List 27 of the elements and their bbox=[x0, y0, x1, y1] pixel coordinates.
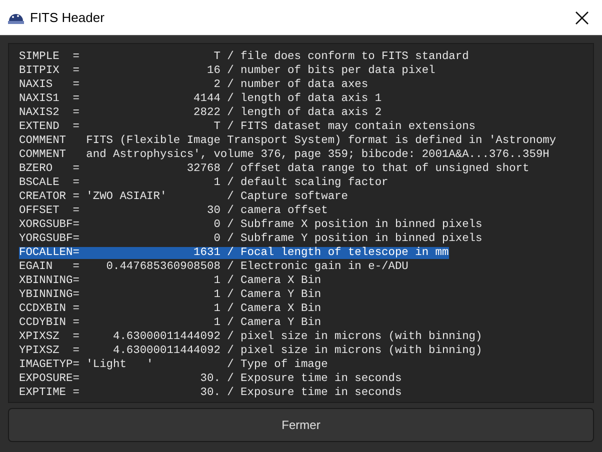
header-line: EGAIN = 0.447685360908508 / Electronic gain in e-/ADU bbox=[19, 261, 408, 273]
header-line: COMMENT and Astrophysics', volume 376, page 359; bibcode: 2001A&A...376..359H bbox=[19, 149, 550, 161]
header-line: IMAGETYP= 'Light ' / Type of image bbox=[19, 359, 328, 371]
header-line: YPIXSZ = 4.63000011444092 / pixel size in microns (with binning) bbox=[19, 345, 482, 357]
header-line: SIMPLE = T / file does conform to FITS standard bbox=[19, 51, 469, 63]
header-line: YBINNING= 1 / Camera Y Bin bbox=[19, 289, 322, 301]
header-line: OFFSET = 30 / camera offset bbox=[19, 205, 328, 217]
header-line: CREATOR = 'ZWO ASIAIR' / Capture software bbox=[19, 191, 348, 203]
header-line: XORGSUBF= 0 / Subframe X position in binned pixels bbox=[19, 219, 482, 231]
close-icon bbox=[575, 10, 589, 24]
header-line: XPIXSZ = 4.63000011444092 / pixel size in microns (with binning) bbox=[19, 331, 482, 343]
header-line: CCDXBIN = 1 / Camera X Bin bbox=[19, 303, 322, 315]
header-line: EXPOSURE= 30. / Exposure time in seconds bbox=[19, 373, 402, 385]
header-line: BSCALE = 1 / default scaling factor bbox=[19, 177, 388, 189]
header-line: BITPIX = 16 / number of bits per data pixel bbox=[19, 65, 436, 77]
header-line: NAXIS = 2 / number of data axes bbox=[19, 79, 368, 91]
close-dialog-button[interactable]: Fermer bbox=[8, 408, 594, 442]
header-line: YORGSUBF= 0 / Subframe Y position in binned pixels bbox=[19, 233, 482, 245]
header-line: NAXIS1 = 4144 / length of data axis 1 bbox=[19, 93, 382, 105]
header-line: COMMENT FITS (Flexible Image Transport System) format is defined in 'Astronomy bbox=[19, 135, 556, 147]
header-line: XBINNING= 1 / Camera X Bin bbox=[19, 275, 322, 287]
header-line: EXTEND = T / FITS dataset may contain extensions bbox=[19, 121, 476, 133]
window-title: FITS Header bbox=[30, 8, 104, 27]
header-line: BZERO = 32768 / offset data range to that of unsigned short bbox=[19, 163, 530, 175]
header-line: NAXIS2 = 2822 / length of data axis 2 bbox=[19, 107, 382, 119]
header-line: CCDYBIN = 1 / Camera Y Bin bbox=[19, 317, 322, 329]
header-line: EXPTIME = 30. / Exposure time in seconds bbox=[19, 387, 402, 399]
